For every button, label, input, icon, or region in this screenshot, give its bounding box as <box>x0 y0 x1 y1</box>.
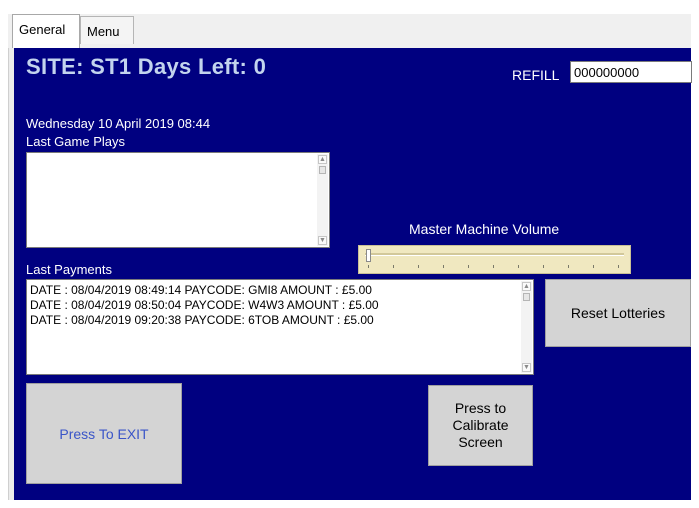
slider-tick <box>443 265 444 268</box>
slider-track <box>365 253 624 256</box>
slider-tick <box>568 265 569 268</box>
slider-tick <box>543 265 544 268</box>
current-datetime: Wednesday 10 April 2019 08:44 <box>26 116 211 131</box>
slider-tick <box>593 265 594 268</box>
slider-tick <box>468 265 469 268</box>
payment-line: DATE : 08/04/2019 08:49:14 PAYCODE: GMI8… <box>30 283 372 297</box>
slider-tick <box>368 265 369 268</box>
calibrate-label-line: Calibrate <box>452 417 509 433</box>
slider-tick <box>493 265 494 268</box>
scroll-thumb[interactable] <box>523 293 530 301</box>
vertical-scrollbar[interactable]: ▲ ▼ <box>521 281 532 373</box>
payment-line: DATE : 08/04/2019 08:50:04 PAYCODE: W4W3… <box>30 298 379 312</box>
vertical-scrollbar[interactable]: ▲ ▼ <box>317 154 328 246</box>
reset-lotteries-button[interactable]: Reset Lotteries <box>545 279 691 347</box>
scroll-down-icon[interactable]: ▼ <box>522 363 531 372</box>
slider-tick <box>393 265 394 268</box>
scroll-thumb[interactable] <box>319 166 326 174</box>
last-payments-label: Last Payments <box>26 262 112 277</box>
slider-tick <box>618 265 619 268</box>
calibrate-label-line: Screen <box>458 434 503 450</box>
refill-label: REFILL <box>512 67 560 83</box>
tab-strip: General Menu <box>8 14 691 50</box>
refill-input[interactable] <box>570 61 692 83</box>
master-volume-label: Master Machine Volume <box>409 221 560 237</box>
slider-tick <box>518 265 519 268</box>
slider-tick <box>418 265 419 268</box>
tab-general[interactable]: General <box>12 14 80 49</box>
last-game-plays-label: Last Game Plays <box>26 134 125 149</box>
last-game-plays-list[interactable]: ▲ ▼ <box>26 152 330 248</box>
scroll-down-icon[interactable]: ▼ <box>318 236 327 245</box>
tab-menu[interactable]: Menu <box>80 16 134 44</box>
exit-button[interactable]: Press To EXIT <box>26 383 182 484</box>
scroll-up-icon[interactable]: ▲ <box>318 155 327 164</box>
calibrate-screen-button[interactable]: Press to Calibrate Screen <box>428 385 533 466</box>
master-volume-slider[interactable] <box>358 245 631 274</box>
calibrate-label-line: Press to <box>454 400 507 416</box>
slider-thumb[interactable] <box>366 249 371 262</box>
scroll-up-icon[interactable]: ▲ <box>522 282 531 291</box>
site-title: SITE: ST1 Days Left: 0 <box>26 54 267 79</box>
last-payments-list[interactable]: DATE : 08/04/2019 08:49:14 PAYCODE: GMI8… <box>26 279 534 375</box>
payment-line: DATE : 08/04/2019 09:20:38 PAYCODE: 6TOB… <box>30 313 374 327</box>
